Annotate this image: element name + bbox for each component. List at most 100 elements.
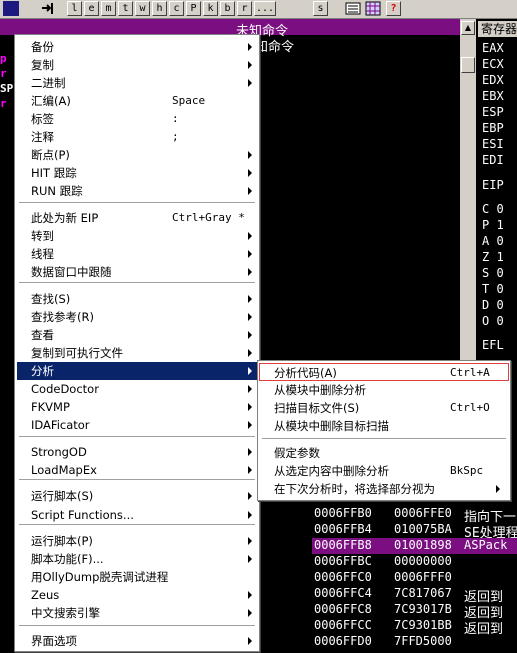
submenu-item-scan-object-files[interactable]: 扫描目标文件(S) Ctrl+O <box>260 399 508 417</box>
stack-row[interactable]: 0006FFBC 00000000 <box>312 554 517 570</box>
register-eax[interactable]: EAX <box>482 41 504 55</box>
toolbar-button-P[interactable]: P <box>186 1 201 16</box>
menu-item-follow-in-dump[interactable]: 数据窗口中跟随 <box>17 263 257 281</box>
toolbar-button-dots[interactable]: ... <box>254 1 276 16</box>
flag-c[interactable]: C 0 <box>482 202 504 216</box>
menu-item-label: 查看 <box>31 328 54 342</box>
stack-row[interactable]: 0006FFC0 0006FFF0 <box>312 570 517 586</box>
menu-item-script-functions[interactable]: Script Functions... <box>17 506 257 524</box>
submenu-item-remove-object-scan[interactable]: 从模块中删除目标扫描 <box>260 417 508 435</box>
stack-row[interactable]: 0006FFB4 010075BA SE处理程 <box>312 522 517 541</box>
menu-item-label: HIT 跟踪 <box>31 166 77 180</box>
flag-t[interactable]: T 0 <box>482 282 504 296</box>
scroll-thumb[interactable] <box>461 57 475 73</box>
menu-item-strongod[interactable]: StrongOD <box>17 443 257 461</box>
submenu-item-remove-analysis-from-module[interactable]: 从模块中删除分析 <box>260 381 508 399</box>
menu-item-zeus[interactable]: Zeus <box>17 586 257 604</box>
register-edi[interactable]: EDI <box>482 153 504 167</box>
menu-item-backup[interactable]: 备份 <box>17 38 257 56</box>
menu-item-thread[interactable]: 线程 <box>17 245 257 263</box>
menu-item-run-script-p[interactable]: 运行脚本(P) <box>17 532 257 550</box>
menu-item-analysis[interactable]: 分析 <box>17 362 257 380</box>
flag-p[interactable]: P 1 <box>482 218 504 232</box>
menu-item-run-trace[interactable]: RUN 跟踪 <box>17 182 257 200</box>
submenu-item-assume-arguments[interactable]: 假定参数 <box>260 444 508 462</box>
stack-row-selected[interactable]: 0006FFB8 01001898 ASPack <box>312 538 517 554</box>
disasm-fragment: SP <box>0 82 14 95</box>
menu-item-label: Zeus <box>31 588 60 602</box>
register-efl[interactable]: EFL <box>482 338 504 352</box>
flag-d[interactable]: D 0 <box>482 298 504 312</box>
menu-item-view[interactable]: 查看 <box>17 326 257 344</box>
toolbar-button-r[interactable]: r <box>237 1 252 16</box>
toolbar-button-b[interactable]: b <box>220 1 235 16</box>
menu-item-script-functions-f[interactable]: 脚本功能(F)... <box>17 550 257 568</box>
menu-item-label: 此处为新 EIP <box>31 211 99 225</box>
menu-item-codedoctor[interactable]: CodeDoctor <box>17 380 257 398</box>
menu-item-loadmapex[interactable]: LoadMapEx <box>17 461 257 479</box>
register-esi[interactable]: ESI <box>482 137 504 151</box>
submenu-item-treat-selection-as[interactable]: 在下次分析时，将选择部分视为 <box>260 480 508 498</box>
toolbar-button-w[interactable]: w <box>135 1 150 16</box>
register-esp[interactable]: ESP <box>482 105 504 119</box>
menu-item-comment[interactable]: 注释; <box>17 128 257 146</box>
menu-item-copy-to-executable[interactable]: 复制到可执行文件 <box>17 344 257 362</box>
scroll-up-button[interactable]: ▲ <box>461 21 475 35</box>
toolbar-button-h[interactable]: h <box>152 1 167 16</box>
toolbar-button-e[interactable]: e <box>84 1 99 16</box>
registers-header: 寄存器 <box>478 21 517 37</box>
menu-item-label: 注释 <box>31 130 54 144</box>
toolbar-button-t[interactable]: t <box>118 1 133 16</box>
help-button[interactable]: ? <box>386 1 401 16</box>
list-icon[interactable] <box>345 1 361 16</box>
toolbar-button-s[interactable]: s <box>313 1 328 16</box>
toolbar-button-c[interactable]: c <box>169 1 184 16</box>
menu-item-goto[interactable]: 转到 <box>17 227 257 245</box>
submenu-arrow-icon <box>248 43 252 51</box>
grid-icon[interactable] <box>365 1 381 16</box>
register-edx[interactable]: EDX <box>482 73 504 87</box>
submenu-item-remove-analysis-from-selection[interactable]: 从选定内容中删除分析 BkSpc <box>260 462 508 480</box>
submenu-arrow-icon <box>248 367 252 375</box>
menu-item-ollydump[interactable]: 用OllyDump脱壳调试进程 <box>17 568 257 586</box>
register-ebp[interactable]: EBP <box>482 121 504 135</box>
menu-item-label[interactable]: 标签: <box>17 110 257 128</box>
menu-item-ui-options[interactable]: 界面选项 <box>17 632 257 650</box>
toolbar-button-m[interactable]: m <box>101 1 116 16</box>
menu-item-idaficator[interactable]: IDAFicator <box>17 416 257 434</box>
stack-row[interactable]: 0006FFB0 0006FFE0 指向下一 <box>312 506 517 525</box>
menu-item-find-references[interactable]: 查找参考(R) <box>17 308 257 326</box>
stack-row[interactable]: 0006FFCC 7C9301BB 返回到 <box>312 618 517 637</box>
step-over-icon[interactable] <box>3 1 19 16</box>
toolbar-button-l[interactable]: l <box>67 1 82 16</box>
stack-row[interactable]: 0006FFC4 7C817067 返回到 <box>312 586 517 605</box>
menu-item-fkvmp[interactable]: FKVMP <box>17 398 257 416</box>
menu-item-binary[interactable]: 二进制 <box>17 74 257 92</box>
stack-row[interactable]: 0006FFD0 7FFD5000 <box>312 634 517 650</box>
menu-item-search[interactable]: 查找(S) <box>17 290 257 308</box>
menu-item-label: 转到 <box>31 229 54 243</box>
flag-o[interactable]: O 0 <box>482 314 504 328</box>
register-eip[interactable]: EIP <box>482 178 504 192</box>
menu-item-breakpoint[interactable]: 断点(P) <box>17 146 257 164</box>
stack-value: 01001898 <box>394 538 452 552</box>
menu-item-new-eip[interactable]: 此处为新 EIP Ctrl+Gray * <box>17 209 257 227</box>
toolbar-button-k[interactable]: k <box>203 1 218 16</box>
execute-till-return-icon[interactable] <box>40 1 56 16</box>
menu-item-copy[interactable]: 复制 <box>17 56 257 74</box>
register-ebx[interactable]: EBX <box>482 89 504 103</box>
menu-item-label: 二进制 <box>31 76 66 90</box>
register-ecx[interactable]: ECX <box>482 57 504 71</box>
flag-s[interactable]: S 0 <box>482 266 504 280</box>
submenu-item-analyse-code[interactable]: 分析代码(A) Ctrl+A <box>259 363 509 381</box>
menu-item-chinese-search[interactable]: 中文搜索引擎 <box>17 604 257 622</box>
disassembly-fragments: p r SP r <box>0 52 14 112</box>
flag-z[interactable]: Z 1 <box>482 250 504 264</box>
menu-item-label: 备份 <box>31 40 54 54</box>
menu-item-hit-trace[interactable]: HIT 跟踪 <box>17 164 257 182</box>
menu-item-shortcut: : <box>172 112 179 125</box>
menu-item-run-script-s[interactable]: 运行脚本(S) <box>17 487 257 505</box>
flag-a[interactable]: A 0 <box>482 234 504 248</box>
stack-row[interactable]: 0006FFC8 7C93017B 返回到 <box>312 602 517 621</box>
menu-item-assemble[interactable]: 汇编(A) Space <box>17 92 257 110</box>
